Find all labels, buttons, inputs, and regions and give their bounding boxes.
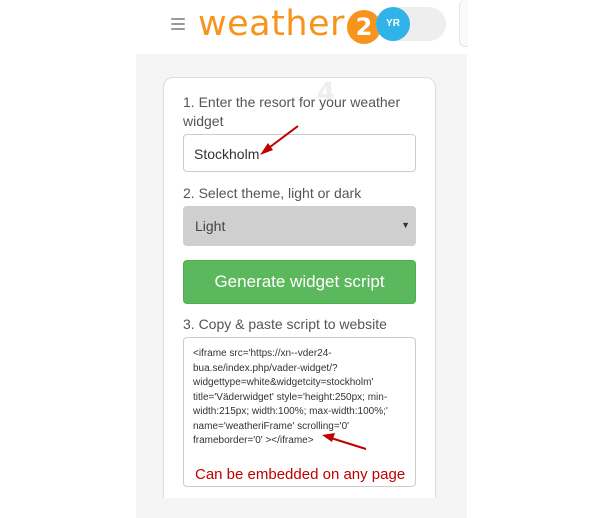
resort-input[interactable]: Stockholm (183, 134, 416, 172)
annotation-text: Can be embedded on any page (195, 466, 406, 483)
app-header: weather 2 YR (0, 0, 604, 54)
header-side-panel (459, 0, 468, 47)
widget-form-card: 4 1. Enter the resort for your weather w… (163, 77, 436, 498)
caret-down-icon: ▼ (401, 220, 410, 230)
step3-label: 3. Copy & paste script to website (183, 316, 387, 332)
step2-label: 2. Select theme, light or dark (183, 185, 362, 201)
generate-widget-button[interactable]: Generate widget script (183, 260, 416, 304)
step1-label: 1. Enter the resort for your weather wid… (183, 94, 401, 129)
logo-text: weather (198, 4, 345, 44)
toggle-knob: YR (376, 7, 410, 41)
provider-toggle[interactable]: YR (376, 7, 446, 41)
menu-icon[interactable] (171, 18, 185, 31)
theme-select[interactable]: Light ▼ (183, 206, 416, 246)
theme-selected-value: Light (195, 218, 226, 234)
script-textarea[interactable]: <iframe src='https://xn--vder24-bua.se/i… (183, 337, 416, 487)
weather2-logo[interactable]: weather 2 (198, 4, 381, 44)
